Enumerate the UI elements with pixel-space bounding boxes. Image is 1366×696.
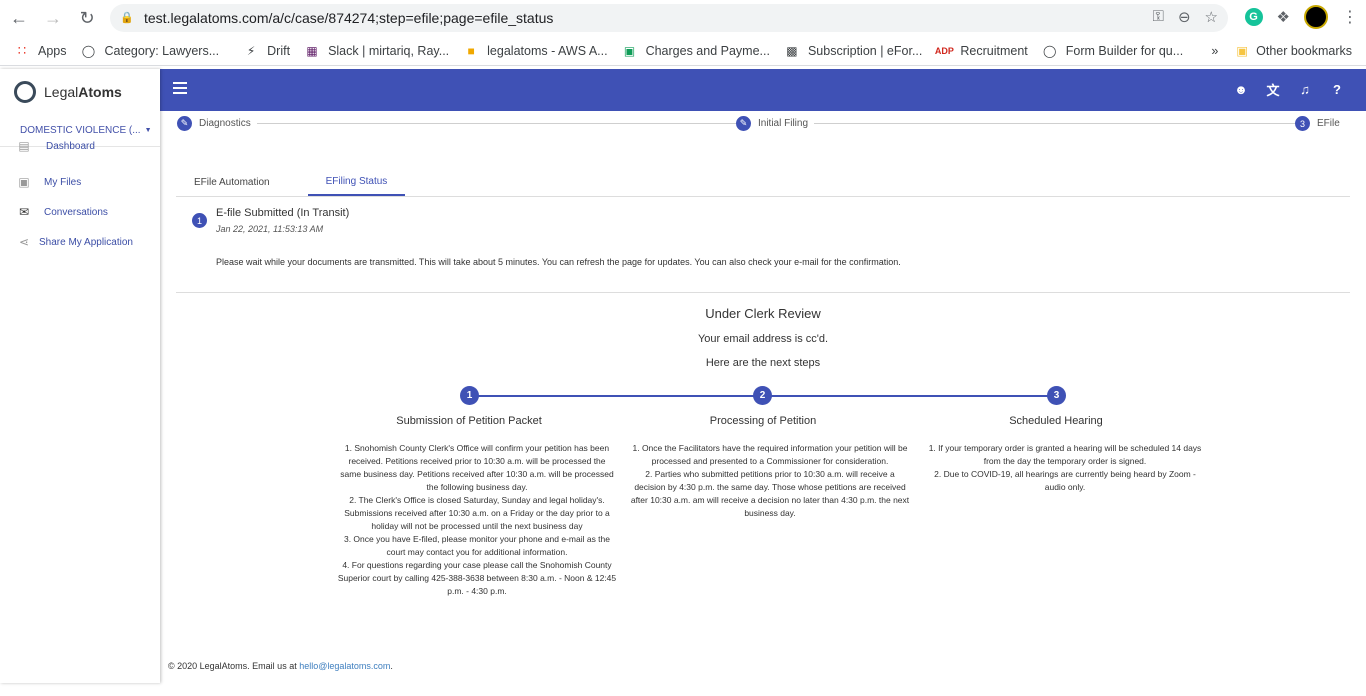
efile-tabs: EFile Automation EFiling Status [176, 168, 1350, 197]
next-step-2-title: Processing of Petition [709, 415, 817, 427]
adp-icon: ADP [934, 45, 954, 56]
browser-toolbar: ← → ↻ 🔒 test.legalatoms.com/a/c/case/874… [0, 0, 1366, 36]
address-bar[interactable]: 🔒 test.legalatoms.com/a/c/case/874274;st… [110, 4, 1228, 32]
next-step-1-list: 1. Snohomish County Clerk's Office will … [337, 442, 617, 598]
bookmark-apps[interactable]: ∷ Apps [14, 43, 67, 59]
folder-icon: ▣ [18, 175, 30, 189]
status-message: Please wait while your documents are tra… [216, 257, 901, 267]
lock-icon: 🔒 [120, 12, 134, 24]
list-item: 1. If your temporary order is granted a … [928, 443, 1202, 466]
forward-icon[interactable]: → [38, 3, 68, 33]
next-step-3-marker: 3 [1047, 386, 1066, 405]
bookmark-category-lawyers[interactable]: ◯ Category: Lawyers... [81, 43, 219, 59]
reload-icon[interactable]: ↻ [72, 3, 102, 33]
edit-icon: ✎ [177, 116, 192, 131]
sidebar-item-share[interactable]: ⋖ Share My Application [0, 227, 160, 257]
progress-stepper: ✎ Diagnostics ✎ Initial Filing 3 EFile [160, 111, 1366, 137]
list-item: 4. For questions regarding your case ple… [337, 560, 617, 596]
app-logo[interactable]: Legal Atoms [0, 69, 160, 115]
translate-icon[interactable]: 文 [1266, 81, 1280, 98]
hamburger-menu-icon[interactable] [173, 82, 187, 94]
list-item: 1. Once the Facilitators have the requir… [632, 443, 908, 466]
list-item: 2. The Clerk's Office is closed Saturday… [344, 495, 610, 531]
back-icon[interactable]: ← [4, 3, 34, 33]
chat-icon: ✉ [18, 205, 30, 219]
zoom-icon[interactable]: ⊖ [1178, 8, 1191, 26]
bookmark-subscription[interactable]: ▩ Subscription | eFor... [784, 43, 922, 59]
list-item: 3. Once you have E-filed, please monitor… [343, 534, 610, 557]
tab-efiling-status[interactable]: EFiling Status [307, 168, 406, 196]
key-icon[interactable]: ⚿ [1153, 8, 1164, 26]
status-number: 1 [192, 213, 207, 228]
sidebar-item-my-files[interactable]: ▣ My Files [0, 167, 160, 197]
doc-icon: ▩ [786, 43, 798, 58]
next-step-2-marker: 2 [753, 386, 772, 405]
bookmarks-bar: ∷ Apps ◯ Category: Lawyers... ⚡ Drift ▦ … [0, 36, 1366, 66]
slack-icon: ▦ [306, 43, 318, 58]
bell-icon[interactable]: ♫ [1298, 81, 1312, 97]
share-icon: ⋖ [18, 235, 30, 249]
menu-icon[interactable]: ⋮ [1342, 7, 1358, 27]
url-text: test.legalatoms.com/a/c/case/874274;step… [144, 10, 554, 26]
review-title: Under Clerk Review [705, 306, 821, 321]
sidebar: Legal Atoms DOMESTIC VIOLENCE (... ▼ ▤ Da… [0, 69, 160, 683]
step-number: 3 [1295, 116, 1310, 131]
aws-icon: ■ [467, 43, 475, 58]
footer: © 2020 LegalAtoms. Email us at hello@leg… [168, 661, 393, 671]
step-initial-filing[interactable]: ✎ Initial Filing [736, 116, 815, 131]
list-item: 1. Snohomish County Clerk's Office will … [340, 443, 614, 492]
tab-efile-automation[interactable]: EFile Automation [176, 168, 288, 196]
bookmark-aws[interactable]: ■ legalatoms - AWS A... [463, 43, 608, 59]
apps-grid-icon: ∷ [17, 42, 27, 58]
next-step-3-list: 1. If your temporary order is granted a … [925, 442, 1205, 494]
profile-avatar[interactable] [1304, 5, 1328, 29]
review-next-steps: Here are the next steps [705, 357, 821, 369]
star-icon[interactable]: ☆ [1205, 8, 1218, 26]
dashboard-icon: ▤ [18, 139, 30, 153]
next-step-1-title: Submission of Petition Packet [396, 415, 542, 427]
step-efile[interactable]: 3 EFile [1295, 116, 1346, 131]
next-step-1-marker: 1 [460, 386, 479, 405]
next-step-2-list: 1. Once the Facilitators have the requir… [630, 442, 910, 520]
extensions-icon[interactable]: ❖ [1277, 8, 1290, 26]
grammarly-extension-icon[interactable]: G [1244, 8, 1263, 26]
bookmark-recruitment[interactable]: ADP Recruitment [934, 43, 1028, 59]
more-bookmarks-icon[interactable]: » [1211, 44, 1218, 58]
bookmark-drift[interactable]: ⚡ Drift [243, 43, 290, 59]
sheets-icon: ▣ [623, 43, 636, 58]
logo-icon [14, 81, 36, 103]
next-step-3-title: Scheduled Hearing [1009, 415, 1103, 427]
site-icon: ◯ [1043, 43, 1057, 58]
sidebar-item-conversations[interactable]: ✉ Conversations [0, 197, 160, 227]
account-icon[interactable]: ☻ [1234, 81, 1248, 97]
other-bookmarks[interactable]: Other bookmarks [1256, 44, 1352, 58]
help-icon[interactable]: ? [1330, 81, 1344, 97]
drift-icon: ⚡ [246, 43, 256, 58]
review-cc-note: Your email address is cc'd. [697, 333, 829, 345]
bookmark-slack[interactable]: ▦ Slack | mirtariq, Ray... [304, 43, 449, 59]
caret-down-icon: ▼ [144, 127, 152, 134]
sidebar-item-dashboard[interactable]: ▤ Dashboard [0, 139, 160, 153]
bookmark-charges[interactable]: ▣ Charges and Payme... [622, 43, 770, 59]
folder-icon: ▣ [1236, 44, 1249, 58]
email-link[interactable]: hello@legalatoms.com [299, 661, 390, 671]
status-timestamp: Jan 22, 2021, 11:53:13 AM [216, 224, 324, 234]
list-item: 2. Due to COVID-19, all hearings are cur… [934, 469, 1196, 492]
edit-icon: ✎ [736, 116, 751, 131]
site-icon: ◯ [81, 43, 96, 58]
step-diagnostics[interactable]: ✎ Diagnostics [177, 116, 257, 131]
divider [176, 292, 1350, 293]
status-title: E-file Submitted (In Transit) [216, 207, 350, 219]
app-header: ☻ 文 ♫ ? [160, 69, 1366, 111]
bookmark-form-builder[interactable]: ◯ Form Builder for qu... [1042, 43, 1183, 59]
list-item: 2. Parties who submitted petitions prior… [630, 469, 910, 518]
